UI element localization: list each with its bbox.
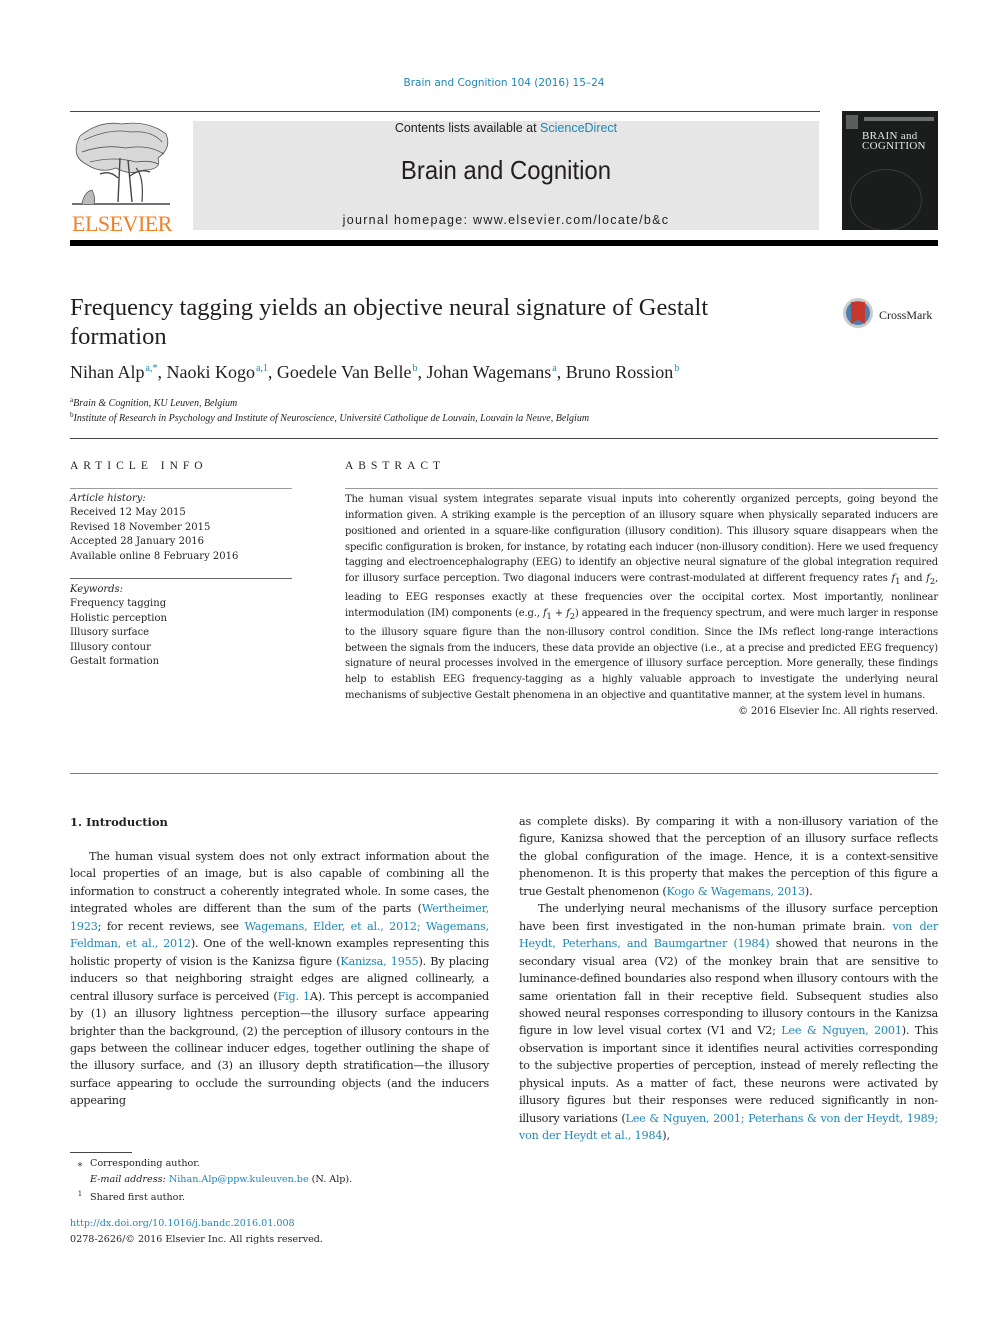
- affiliation-text: Institute of Research in Psychology and …: [73, 413, 590, 424]
- header-thick-rule: [70, 240, 938, 246]
- body-column-left: The human visual system does not only ex…: [70, 848, 489, 1110]
- journal-name: Brain and Cognition: [400, 155, 612, 185]
- abstract-body: The human visual system integrates separ…: [345, 492, 938, 720]
- abstract-copyright: © 2016 Elsevier Inc. All rights reserved…: [738, 705, 938, 717]
- crossmark-badge[interactable]: CrossMark: [843, 298, 943, 334]
- footnote-mark: ⁎: [77, 1158, 83, 1169]
- footnote-text: Corresponding author.: [90, 1158, 200, 1169]
- author-name[interactable]: Bruno Rossion: [566, 362, 674, 382]
- figure-link[interactable]: Fig. 1: [278, 990, 311, 1003]
- keywords-list: Keywords: Frequency tagging Holistic per…: [70, 583, 292, 669]
- citation-link[interactable]: Kanizsa, 1955: [340, 955, 418, 968]
- crossmark-label: CrossMark: [879, 308, 933, 322]
- sciencedirect-link[interactable]: ScienceDirect: [540, 121, 617, 135]
- section-heading-introduction: 1. Introduction: [70, 815, 168, 829]
- article-history: Article history: Received 12 May 2015 Re…: [70, 492, 292, 564]
- contents-available-line: Contents lists available at ScienceDirec…: [193, 121, 819, 135]
- body-text: ; for recent reviews, see: [97, 919, 245, 933]
- keyword-item: Holistic perception: [70, 612, 167, 624]
- doi-link[interactable]: http://dx.doi.org/10.1016/j.bandc.2016.0…: [70, 1218, 295, 1229]
- author-name[interactable]: Naoki Kogo: [166, 362, 255, 382]
- journal-header-box: Contents lists available at ScienceDirec…: [193, 121, 819, 230]
- contents-prefix: Contents lists available at: [394, 121, 541, 135]
- footnotes: ⁎ Corresponding author. E-mail address: N…: [70, 1156, 490, 1206]
- author-affiliation-mark[interactable]: a: [552, 363, 556, 374]
- article-title: Frequency tagging yields an objective ne…: [70, 294, 709, 350]
- author-affiliation-mark[interactable]: b: [674, 363, 679, 374]
- author-affiliation-mark[interactable]: a,1: [256, 363, 268, 374]
- body-text: ),: [662, 1129, 670, 1143]
- crossmark-icon: [843, 298, 873, 328]
- affiliation-a: aBrain & Cognition, KU Leuven, Belgium: [70, 396, 237, 409]
- footnote-text: Shared first author.: [90, 1192, 186, 1203]
- cover-title-line2: COGNITION: [862, 140, 926, 152]
- author-name[interactable]: Johan Wagemans: [427, 362, 552, 382]
- footnote-shared: 1 Shared first author.: [70, 1187, 490, 1206]
- author-name[interactable]: Nihan Alp: [70, 362, 145, 382]
- email-label: E-mail address:: [90, 1173, 169, 1185]
- affiliation-b: bInstitute of Research in Psychology and…: [70, 411, 589, 424]
- abstract-heading: ABSTRACT: [345, 460, 446, 472]
- elsevier-tree-icon: [72, 122, 170, 205]
- journal-cover-image[interactable]: BRAIN and COGNITION: [842, 111, 938, 230]
- abstract-bottom-rule: [70, 773, 938, 774]
- footnote-email: E-mail address: Nihan.Alp@ppw.kuleuven.b…: [70, 1172, 490, 1188]
- journal-reference-link[interactable]: Brain and Cognition 104 (2016) 15–24: [0, 77, 992, 89]
- body-text: A). This percept is accompanied by (1) a…: [70, 989, 489, 1108]
- author-affiliation-mark[interactable]: a,*: [146, 363, 158, 374]
- keyword-item: Illusory surface: [70, 627, 150, 639]
- citation-link[interactable]: Lee & Nguyen, 2001: [781, 1024, 902, 1037]
- article-info-heading: ARTICLE INFO: [70, 460, 208, 472]
- issn-copyright: 0278-2626/© 2016 Elsevier Inc. All right…: [70, 1233, 323, 1245]
- article-info-rule: [70, 488, 292, 489]
- cover-title: BRAIN and COGNITION: [862, 131, 926, 152]
- body-text: showed that neurons in the secondary vis…: [519, 937, 938, 1038]
- footnote-rule: [70, 1152, 132, 1153]
- doi-block: http://dx.doi.org/10.1016/j.bandc.2016.0…: [70, 1216, 323, 1247]
- keywords-rule: [70, 578, 292, 579]
- email-link[interactable]: Nihan.Alp@ppw.kuleuven.be: [169, 1174, 309, 1185]
- intro-paragraph-1-continued: as complete disks). By comparing it with…: [519, 813, 938, 900]
- body-column-right: as complete disks). By comparing it with…: [519, 813, 938, 1145]
- title-divider: [70, 438, 938, 439]
- author-affiliation-mark[interactable]: b: [413, 363, 418, 374]
- abstract-text: The human visual system integrates separ…: [345, 494, 938, 585]
- author-name[interactable]: Goedele Van Belle: [277, 362, 412, 382]
- body-text: ). This observation is important since i…: [519, 1024, 938, 1125]
- elsevier-wordmark: ELSEVIER: [72, 211, 172, 236]
- history-item: Received 12 May 2015: [70, 507, 186, 519]
- body-text: ).: [804, 884, 813, 898]
- affiliation-text: Brain & Cognition, KU Leuven, Belgium: [73, 398, 238, 409]
- body-text: The underlying neural mechanisms of the …: [519, 902, 938, 933]
- history-item: Revised 18 November 2015: [70, 521, 211, 533]
- history-item: Available online 8 February 2016: [70, 550, 239, 562]
- keyword-item: Gestalt formation: [70, 656, 160, 668]
- cover-bar: [864, 117, 934, 121]
- footnote-corresponding: ⁎ Corresponding author.: [70, 1156, 490, 1172]
- email-suffix: (N. Alp).: [308, 1173, 353, 1185]
- article-history-label: Article history:: [70, 493, 146, 504]
- abstract-text: +: [551, 607, 567, 619]
- cover-publisher-stamp: [846, 115, 858, 129]
- keyword-item: Illusory contour: [70, 641, 151, 653]
- citation-link[interactable]: Kogo & Wagemans, 2013: [667, 885, 806, 898]
- keywords-label: Keywords:: [70, 584, 124, 595]
- footnote-mark: 1: [77, 1190, 83, 1198]
- abstract-text: and: [900, 573, 927, 585]
- abstract-text: ) appeared in the frequency spectrum, an…: [345, 607, 938, 702]
- elsevier-logo[interactable]: ELSEVIER: [70, 118, 172, 236]
- author-list: Nihan Alpa,*, Naoki Kogoa,1, Goedele Van…: [70, 362, 680, 382]
- cover-brain-illustration: [850, 169, 922, 230]
- intro-paragraph-2: The underlying neural mechanisms of the …: [519, 900, 938, 1144]
- abstract-rule: [345, 488, 938, 489]
- history-item: Accepted 28 January 2016: [70, 536, 205, 548]
- keyword-item: Frequency tagging: [70, 598, 167, 610]
- journal-homepage[interactable]: journal homepage: www.elsevier.com/locat…: [193, 213, 819, 227]
- top-rule: [70, 111, 820, 112]
- intro-paragraph-1: The human visual system does not only ex…: [70, 848, 489, 1110]
